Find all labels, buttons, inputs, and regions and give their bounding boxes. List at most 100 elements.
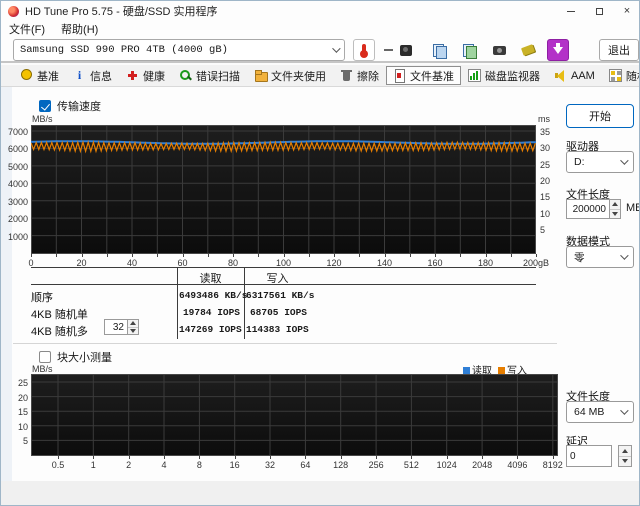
drive-model-select[interactable]: Samsung SSD 990 PRO 4TB (4000 gB) [13, 39, 345, 61]
screenshot-button[interactable] [488, 39, 510, 61]
y-tick: 4000 [8, 179, 28, 189]
start-button[interactable]: 开始 [566, 104, 634, 128]
tab-aam[interactable]: AAM [547, 66, 602, 85]
y-tick: 2000 [8, 214, 28, 224]
data-mode-combobox[interactable]: 零 [566, 246, 634, 268]
menu-bar: 文件(F) 帮助(H) [1, 21, 640, 37]
arrow-down-icon [622, 459, 628, 463]
capture-button[interactable] [395, 39, 417, 61]
tab-label: 随机访问 [626, 68, 640, 84]
minimize-button[interactable] [557, 1, 585, 21]
tab-label: 文件夹使用 [271, 68, 326, 84]
tab-benchmark[interactable]: 基准 [13, 66, 66, 85]
tab-info[interactable]: i信息 [66, 66, 119, 85]
magnifier-icon [179, 69, 192, 82]
health-cross-icon [126, 69, 139, 82]
ms-tick: 15 [540, 192, 550, 202]
drive-combobox[interactable]: D: [566, 151, 634, 173]
x-tick: 128 [333, 460, 348, 470]
section-separator [13, 343, 557, 344]
arrow-up-icon [622, 449, 628, 453]
tab-label: 磁盘监视器 [485, 68, 540, 84]
menu-help[interactable]: 帮助(H) [53, 21, 106, 37]
file-length-value[interactable]: 200000 [566, 199, 610, 219]
x-tick: 1024 [437, 460, 457, 470]
bottom-chart-y-unit: MB/s [32, 364, 53, 374]
x-tick: 8192 [543, 460, 563, 470]
app-logo-icon [8, 6, 19, 17]
spin-down-button[interactable] [610, 209, 620, 219]
random-single-read-value: 19784 IOPS [179, 307, 240, 318]
spin-down-button[interactable] [619, 456, 631, 467]
top-chart-right-unit: ms [538, 114, 550, 124]
tab-health[interactable]: 健康 [119, 66, 172, 85]
queue-depth-spinner[interactable]: 32 [104, 319, 139, 335]
exit-button[interactable]: 退出 [599, 39, 639, 61]
title-bar: HD Tune Pro 5.75 - 硬盘/SSD 实用程序 × [1, 1, 640, 21]
y-tick: 1000 [8, 232, 28, 242]
toolbar: Samsung SSD 990 PRO 4TB (4000 gB) 退出 [1, 37, 640, 63]
tab-random-access[interactable]: 随机访问 [602, 66, 640, 85]
row-label-4kb-single: 4KB 随机单 [31, 306, 88, 322]
transfer-speed-checkbox[interactable] [39, 100, 51, 112]
copy-text-button[interactable] [428, 39, 450, 61]
transfer-speed-option[interactable]: 传输速度 [39, 98, 101, 114]
tab-error-scan[interactable]: 错误扫描 [172, 66, 247, 85]
block-size-option[interactable]: 块大小测量 [39, 349, 112, 365]
tab-file-benchmark[interactable]: 文件基准 [386, 66, 461, 85]
x-tick: 4 [161, 460, 166, 470]
delay-input[interactable]: 0 [566, 445, 612, 467]
legend-read-swatch [463, 367, 470, 374]
tab-folder-usage[interactable]: 文件夹使用 [247, 66, 333, 85]
spinner-buttons [128, 319, 139, 335]
app-window: HD Tune Pro 5.75 - 硬盘/SSD 实用程序 × 文件(F) 帮… [0, 0, 640, 506]
close-button[interactable]: × [613, 1, 640, 21]
arrow-up-icon [612, 202, 618, 206]
x-tick: 32 [265, 460, 275, 470]
queue-depth-value[interactable]: 32 [104, 319, 128, 335]
spin-up-button[interactable] [619, 446, 631, 456]
col-header-read: 读取 [177, 270, 244, 286]
spin-up-button[interactable] [610, 200, 620, 209]
y-tick: 5 [23, 436, 28, 446]
top-chart-y-unit: MB/s [32, 114, 53, 124]
info-icon: i [73, 69, 86, 82]
arrow-up-icon [130, 321, 136, 325]
col-header-write: 写入 [244, 270, 311, 286]
row-label-4kb-multi: 4KB 随机多 [31, 323, 88, 339]
file-length-spinner[interactable]: 200000 [566, 199, 621, 219]
tab-erase[interactable]: 擦除 [333, 66, 386, 85]
drive-combobox-value: D: [574, 156, 585, 168]
ms-tick: 10 [540, 209, 550, 219]
block-size-label: 块大小测量 [57, 349, 112, 365]
block-size-checkbox[interactable] [39, 351, 51, 363]
random-access-icon [609, 69, 622, 82]
temperature-button[interactable] [353, 39, 375, 61]
menu-file[interactable]: 文件(F) [1, 21, 53, 37]
tab-label: 擦除 [357, 68, 379, 84]
y-tick: 10 [18, 422, 28, 432]
tab-label: AAM [571, 70, 595, 82]
save-highlight-button[interactable] [517, 39, 539, 61]
block-file-length-combobox[interactable]: 64 MB [566, 401, 634, 423]
chevron-down-icon [620, 406, 628, 414]
folder-icon [254, 69, 267, 82]
legend-write-swatch [498, 367, 505, 374]
tab-bar: 基准 i信息 健康 错误扫描 文件夹使用 擦除 文件基准 磁盘监视器 AAM 随… [1, 65, 640, 87]
block-file-length-value: 64 MB [574, 406, 604, 418]
x-tick: 2 [126, 460, 131, 470]
tab-disk-monitor[interactable]: 磁盘监视器 [461, 66, 547, 85]
spin-down-button[interactable] [128, 327, 138, 335]
copy-image-button[interactable] [458, 39, 480, 61]
x-tick: 4096 [507, 460, 527, 470]
block-size-chart [31, 374, 558, 456]
file-benchmark-panel: 传输速度 MB/s ms 100020003000400050006000700… [1, 87, 640, 506]
random-single-write-value: 68705 IOPS [246, 307, 307, 318]
exit-button-label: 退出 [608, 42, 630, 58]
maximize-button[interactable] [585, 1, 613, 21]
x-tick: 2048 [472, 460, 492, 470]
arrow-down-icon [130, 329, 136, 333]
speaker-icon [554, 69, 567, 82]
highlighter-icon [521, 44, 535, 56]
save-results-button[interactable] [547, 39, 569, 61]
